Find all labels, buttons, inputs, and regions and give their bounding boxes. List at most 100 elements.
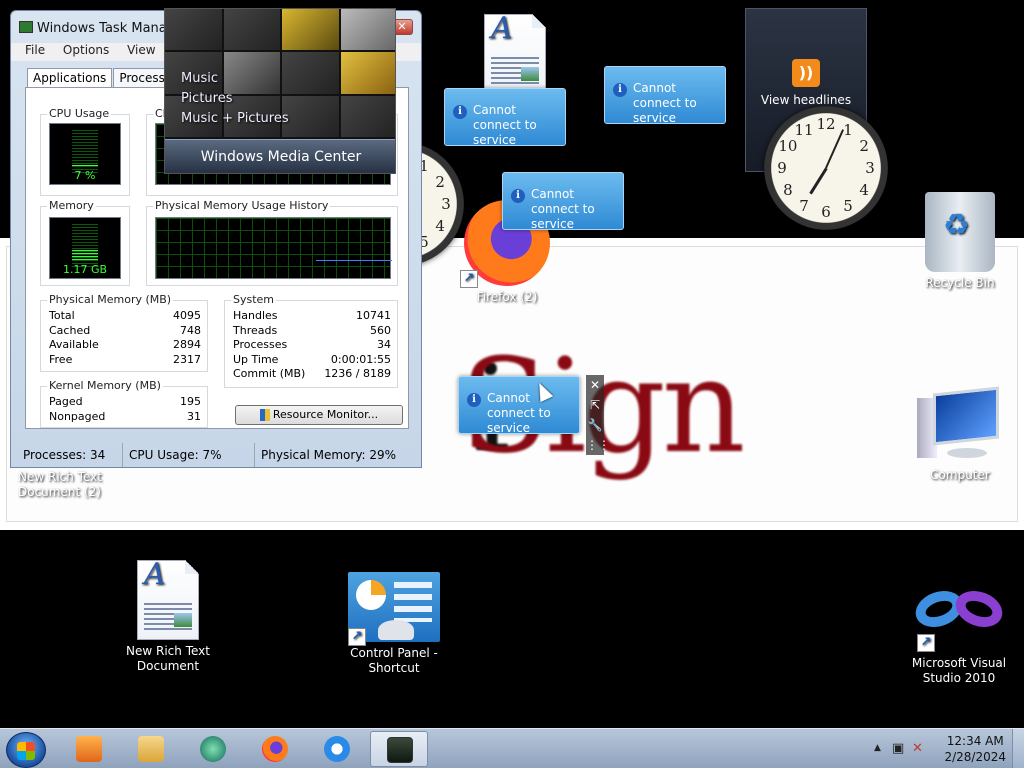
network-icon[interactable]: ▣ — [892, 741, 904, 756]
memory-history-group: Physical Memory Usage History — [146, 199, 398, 286]
stat-value: 2894 — [173, 338, 201, 351]
desktop-icon-recycle-bin[interactable]: ♻ Recycle Bin — [905, 192, 1015, 291]
stat-key: Nonpaged — [49, 409, 106, 423]
start-button[interactable] — [6, 732, 46, 768]
rss-icon: )) — [792, 59, 820, 87]
cpu-usage-value: 7 % — [74, 169, 96, 182]
gadget-close-icon[interactable]: ✕ — [586, 375, 604, 395]
volume-muted-icon[interactable]: ✕ — [912, 741, 923, 756]
taskbar-internet-explorer[interactable] — [308, 731, 366, 767]
info-icon: i — [613, 83, 627, 97]
media-center-menu-pictures[interactable]: Pictures — [181, 89, 289, 109]
taskbar-task-manager[interactable] — [370, 731, 428, 767]
weather-gadget-1[interactable]: i Cannot connect to service — [444, 88, 566, 147]
gadget-options-icon[interactable]: 🔧 — [586, 415, 604, 435]
stat-row: Threads 560 — [233, 324, 391, 339]
desktop-icon-new-rich-text-doc[interactable]: A New Rich Text Document — [113, 560, 223, 674]
weather-gadget-4[interactable]: i Cannot connect to service — [458, 376, 580, 435]
stat-row: Up Time 0:00:01:55 — [233, 353, 391, 368]
desktop-icon-label: Recycle Bin — [925, 276, 995, 290]
desktop-icon-computer[interactable]: Computer — [905, 386, 1015, 483]
system-group: System Handles 10741 Threads 560 Processes 34… — [224, 293, 398, 388]
desktop-icon-control-panel[interactable]: ↗ Control Panel - Shortcut — [339, 572, 449, 676]
taskbar-firefox[interactable] — [246, 731, 304, 767]
show-desktop-button[interactable] — [1012, 729, 1024, 768]
gadget-drag-handle-icon[interactable]: ⋮⋮ — [586, 435, 610, 455]
cpu-usage-group: CPU Usage 7 % — [40, 107, 130, 196]
stat-value: 195 — [180, 395, 201, 408]
gadget-message: Cannot connect to service — [633, 81, 697, 125]
cpu-usage-label: CPU Usage — [47, 107, 112, 120]
clock-numeral: 11 — [794, 120, 814, 139]
windows-logo-icon — [17, 742, 35, 760]
firefox-icon — [262, 736, 288, 762]
media-center-menu-music-pictures[interactable]: Music + Pictures — [181, 109, 289, 129]
clock-numeral: 2 — [435, 173, 445, 191]
media-center-title[interactable]: Windows Media Center — [165, 139, 395, 173]
stat-row: Available 2894 — [49, 338, 201, 353]
stat-value: 31 — [187, 409, 201, 423]
folder-icon — [138, 736, 164, 762]
shortcut-arrow-icon: ↗ — [460, 270, 478, 288]
system-tray: ▲ ▣ ✕ 12:34 AM 2/28/2024 — [864, 729, 1024, 768]
stat-row: Commit (MB) 1236 / 8189 — [233, 367, 391, 382]
taskbar-windows-explorer[interactable] — [122, 731, 180, 767]
info-icon: i — [511, 189, 525, 203]
menu-file[interactable]: File — [25, 43, 45, 57]
resource-monitor-label: Resource Monitor... — [272, 408, 379, 421]
clock-numeral: 6 — [821, 203, 831, 221]
memory-history-graph — [155, 217, 392, 279]
desktop-icon-new-rich-text-doc-2[interactable]: New Rich Text Document (2) — [0, 470, 120, 500]
stat-value: 4095 — [173, 309, 201, 322]
stat-row: Handles 10741 — [233, 309, 391, 324]
clock-numeral: 12 — [816, 115, 836, 133]
desktop-icon-visual-studio[interactable]: ↗ Microsoft Visual Studio 2010 — [904, 580, 1014, 686]
show-hidden-icons-icon[interactable]: ▲ — [874, 743, 881, 753]
computer-icon — [917, 386, 1003, 464]
task-manager-app-icon — [19, 21, 33, 33]
desktop-icon-label: Computer — [930, 468, 990, 482]
stat-row: Free 2317 — [49, 353, 201, 368]
shortcut-arrow-icon: ↗ — [917, 634, 935, 652]
status-memory: Physical Memory: 29% — [261, 448, 397, 462]
tray-clock[interactable]: 12:34 AM 2/28/2024 — [944, 733, 1006, 765]
stat-key: Available — [49, 338, 99, 351]
resource-monitor-button[interactable]: Resource Monitor... — [235, 405, 403, 425]
media-center-menu-music[interactable]: Music — [181, 69, 289, 89]
gadget-message: Cannot connect to service — [473, 103, 537, 147]
tray-date: 2/28/2024 — [944, 750, 1006, 764]
document-icon: A — [137, 560, 199, 640]
desktop-icon-document-top[interactable]: A — [460, 14, 570, 98]
clock-gadget-2[interactable]: 1 2 3 4 5 6 7 8 9 10 11 12 — [764, 106, 888, 230]
stat-value: 10741 — [356, 309, 391, 322]
stat-key: Total — [49, 309, 75, 322]
stat-key: Threads — [233, 323, 278, 337]
menu-options[interactable]: Options — [63, 43, 109, 57]
stat-value: 34 — [377, 338, 391, 351]
stat-row: Nonpaged 31 — [49, 410, 201, 425]
desktop-icon-label: Microsoft Visual Studio 2010 — [911, 656, 1007, 685]
weather-gadget-3[interactable]: i Cannot connect to service — [502, 172, 624, 231]
media-center-menu: Music Pictures Music + Pictures — [181, 69, 289, 129]
kernel-memory-list: Paged 195 Nonpaged 31 — [49, 395, 201, 424]
stat-key: Handles — [233, 309, 278, 322]
gadget-toolbar: ✕ ⇱ 🔧 ⋮⋮ — [586, 375, 610, 455]
gadget-resize-icon[interactable]: ⇱ — [586, 395, 604, 415]
taskbar-media-center[interactable] — [184, 731, 242, 767]
media-center-jump-popup[interactable]: Music Pictures Music + Pictures Windows … — [164, 8, 396, 174]
visual-studio-icon: ↗ — [910, 580, 1008, 652]
system-list: Handles 10741 Threads 560 Processes 34 Up Time… — [233, 309, 391, 382]
stat-value: 0:00:01:55 — [330, 352, 391, 366]
taskbar-windows-media-player[interactable] — [60, 731, 118, 767]
physical-memory-list: Total 4095 Cached 748 Available 2894 Free 2317 — [49, 309, 201, 367]
memory-label: Memory — [47, 199, 96, 212]
info-icon: i — [453, 105, 467, 119]
status-bar: Processes: 34 CPU Usage: 7% Physical Mem… — [17, 443, 415, 467]
uac-shield-icon — [259, 409, 270, 421]
tab-applications[interactable]: Applications — [27, 68, 113, 87]
weather-gadget-2[interactable]: i Cannot connect to service — [604, 66, 726, 125]
media-player-icon — [76, 736, 102, 762]
menu-view[interactable]: View — [127, 43, 155, 57]
clock-numeral: 5 — [843, 197, 853, 216]
physical-memory-title: Physical Memory (MB) — [47, 293, 174, 306]
